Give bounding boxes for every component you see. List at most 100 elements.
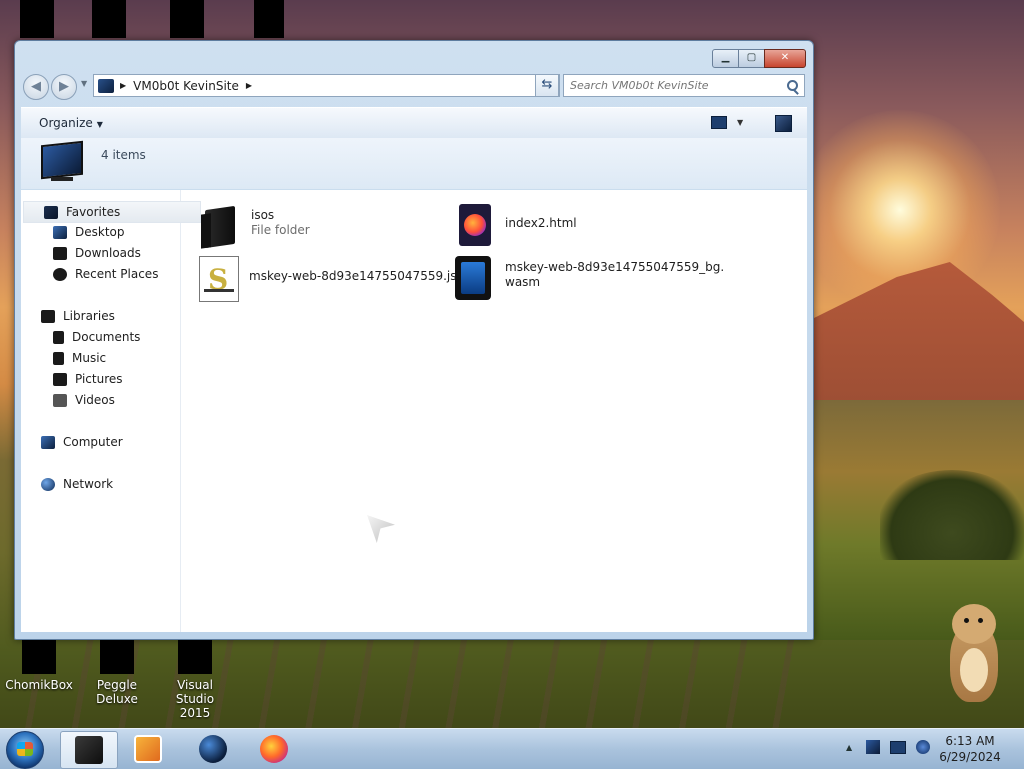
file-item-index2-html[interactable]: index2.html <box>453 202 577 248</box>
navigation-pane: Favorites Desktop Downloads Recent Place… <box>21 190 201 632</box>
firefox-html-icon <box>453 202 497 248</box>
sidebar-item-label: Videos <box>75 393 115 407</box>
recent-pages-dropdown-icon[interactable]: ▼ <box>81 79 87 88</box>
show-hidden-icons-chevron-icon[interactable]: ▲ <box>846 743 852 752</box>
minimize-button[interactable]: ▁ <box>712 49 739 68</box>
sidebar-item-label: Recent Places <box>75 267 159 281</box>
back-button[interactable]: ◀ <box>23 74 49 100</box>
taskbar-world-button[interactable] <box>185 731 241 767</box>
desktop-icon-label-line2: 2015 <box>179 706 211 720</box>
file-item-isos[interactable]: isos File folder <box>199 202 310 249</box>
details-header: 4 items <box>21 138 807 189</box>
desktop-icon-top-3[interactable] <box>170 0 204 38</box>
videos-icon <box>53 393 67 407</box>
chevron-right-icon[interactable]: ▶ <box>246 81 252 90</box>
refresh-button[interactable]: ⇆ <box>535 74 559 97</box>
chevron-down-icon: ▼ <box>737 118 744 127</box>
clock[interactable]: 6:13 AM 6/29/2024 <box>930 733 1010 765</box>
system-tray: ▲ <box>846 740 940 754</box>
title-bar[interactable]: ▁ ▢ ✕ <box>15 41 813 69</box>
file-item-mskey-wasm[interactable]: mskey-web-8d93e14755047559_bg. wasm <box>453 254 724 300</box>
close-button[interactable]: ✕ <box>764 49 806 68</box>
sidebar-item-label: Downloads <box>75 246 141 260</box>
desktop-icon-peggle-deluxe[interactable]: Peggle Deluxe <box>81 640 153 706</box>
file-item-mskey-js[interactable]: mskey-web-8d93e14755047559.js <box>197 254 457 302</box>
wasm-icon <box>453 254 497 300</box>
preview-pane-icon[interactable] <box>775 115 792 132</box>
folder-icon <box>199 202 243 249</box>
volume-tray-icon[interactable] <box>916 740 931 754</box>
address-bar[interactable]: ▶ VM0b0t KevinSite ▶ ▼ <box>93 74 560 97</box>
maximize-button[interactable]: ▢ <box>738 49 765 68</box>
music-icon <box>53 351 64 365</box>
desktop-icon-top-2[interactable] <box>92 0 126 38</box>
network-tray-icon[interactable] <box>890 740 907 754</box>
sidebar-item-recent-places[interactable]: Recent Places <box>21 264 158 284</box>
content-area: Favorites Desktop Downloads Recent Place… <box>21 190 807 632</box>
taskbar-media-player-button[interactable] <box>120 731 176 767</box>
sidebar-item-label: Desktop <box>75 225 125 239</box>
sidebar-item-label: Pictures <box>75 372 123 386</box>
sidebar-item-label: Libraries <box>63 309 115 323</box>
navigation-bar: ◀ ▶ ▼ ▶ VM0b0t KevinSite ▶ ▼ ⇆ <box>23 71 805 101</box>
recent-places-icon <box>53 267 67 281</box>
desktop-icon-recycle-bin[interactable] <box>20 0 54 38</box>
start-button[interactable] <box>6 731 44 769</box>
search-icon[interactable] <box>787 80 798 91</box>
sidebar-item-downloads[interactable]: Downloads <box>21 243 141 263</box>
taskbar-explorer-button[interactable] <box>60 731 118 769</box>
search-input[interactable] <box>564 78 782 93</box>
breadcrumb-kevinsite[interactable]: VM0b0t KevinSite <box>133 79 239 93</box>
command-bar: Organize ▼ ▼ <box>21 107 807 139</box>
forward-button[interactable]: ▶ <box>51 74 77 100</box>
sidebar-item-label: Documents <box>72 330 141 344</box>
sidebar-item-documents[interactable]: Documents <box>21 327 140 347</box>
sidebar-item-libraries[interactable]: Libraries <box>21 306 115 326</box>
desktop-icon-top-4[interactable] <box>254 0 284 38</box>
change-view-button[interactable]: ▼ <box>711 116 743 129</box>
organize-label: Organize <box>39 116 93 130</box>
desktop-icon-label: Visual Studio <box>175 678 215 706</box>
computer-icon <box>39 140 83 183</box>
peggle-icon <box>100 640 134 674</box>
chevron-right-icon[interactable]: ▶ <box>120 81 126 90</box>
file-name: isos <box>251 208 275 222</box>
item-count: 4 items <box>101 148 146 162</box>
desktop-icon-label: ChomikBox <box>5 678 73 692</box>
globe-icon <box>199 735 227 763</box>
media-player-icon <box>134 735 162 763</box>
file-list: isos File folder index2.html mskey-web-8… <box>181 190 807 632</box>
chevron-down-icon: ▼ <box>96 120 103 129</box>
desktop-icon-visual-studio[interactable]: Visual Studio 2015 <box>159 640 231 720</box>
sidebar-item-desktop[interactable]: Desktop <box>21 222 125 242</box>
clock-date: 6/29/2024 <box>939 750 1001 764</box>
sidebar-item-pictures[interactable]: Pictures <box>21 369 123 389</box>
taskbar-firefox-button[interactable] <box>246 731 302 767</box>
organize-button[interactable]: Organize ▼ <box>39 116 103 130</box>
file-name-line2: wasm <box>505 275 541 289</box>
computer-nav-icon <box>41 435 55 449</box>
desktop-icon-chomikbox[interactable]: ChomikBox <box>3 640 75 692</box>
pictures-icon <box>53 372 67 386</box>
explorer-icon <box>75 736 103 764</box>
sidebar-item-label: Music <box>72 351 107 365</box>
libraries-icon <box>41 309 55 323</box>
network-globe-icon <box>41 477 55 491</box>
hamster-desktop-pet[interactable] <box>944 600 1004 708</box>
visual-studio-icon <box>178 640 212 674</box>
sidebar-item-computer[interactable]: Computer <box>21 432 123 452</box>
clock-time: 6:13 AM <box>945 734 995 748</box>
downloads-icon <box>53 246 67 260</box>
sidebar-item-favorites[interactable]: Favorites <box>23 201 201 223</box>
file-type: File folder <box>251 223 310 237</box>
file-name: mskey-web-8d93e14755047559_bg. <box>505 260 725 274</box>
tray-app-icon[interactable] <box>866 740 881 754</box>
wallpaper-trees <box>880 470 1024 560</box>
search-box[interactable] <box>563 74 805 97</box>
sidebar-item-music[interactable]: Music <box>21 348 106 368</box>
sidebar-item-label: Network <box>63 477 114 491</box>
sidebar-item-videos[interactable]: Videos <box>21 390 115 410</box>
explorer-window: ▁ ▢ ✕ ◀ ▶ ▼ ▶ VM0b0t KevinSite ▶ ▼ ⇆ Org… <box>14 40 814 640</box>
file-name: mskey-web-8d93e14755047559.js <box>249 269 457 283</box>
sidebar-item-network[interactable]: Network <box>21 474 113 494</box>
